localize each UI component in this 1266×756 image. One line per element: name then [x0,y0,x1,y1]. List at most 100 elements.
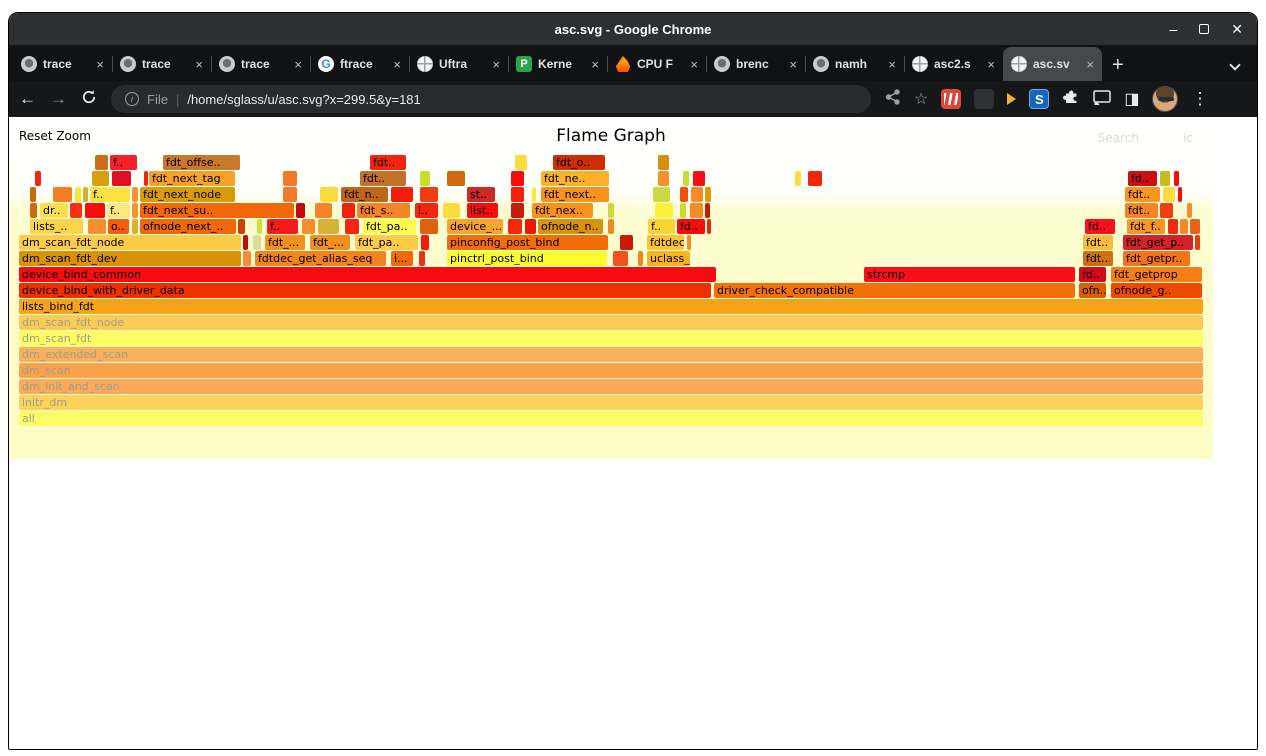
flame-frame[interactable] [144,171,148,186]
flame-frame[interactable] [653,187,670,202]
tab-close-icon[interactable]: × [789,57,797,72]
flame-frame[interactable] [283,187,297,202]
flame-frame[interactable]: f.. [267,219,298,234]
flame-frame[interactable]: fdt_get_p.. [1123,235,1193,250]
menu-dots-icon[interactable]: ⋮ [1191,89,1208,109]
flame-frame[interactable] [70,203,82,218]
tab-uftra-4[interactable]: Uftra× [409,47,508,81]
flame-frame[interactable] [283,171,297,186]
tab-close-icon[interactable]: × [294,57,302,72]
flame-frame[interactable]: dm_scan_fdt_dev [19,251,241,266]
flame-frame[interactable]: pinconfig_post_bind [447,235,608,250]
flame-frame[interactable] [30,203,37,218]
flame-frame[interactable] [683,171,689,186]
flame-frame[interactable]: lists_bind_fdt [19,299,1203,314]
flame-frame[interactable] [1190,219,1200,234]
flame-frame[interactable] [511,203,524,218]
flame-frame[interactable]: fdt_next_node [140,187,235,202]
arrow-extension-icon[interactable] [1007,93,1016,105]
flame-frame[interactable] [1174,171,1179,186]
flame-frame[interactable] [1195,235,1200,250]
flame-frame[interactable] [1178,187,1182,202]
flame-frame[interactable]: fdtdec_get_alias_seq [255,251,386,266]
new-tab-button[interactable]: + [1102,54,1136,81]
flame-frame[interactable] [693,171,705,186]
tab-close-icon[interactable]: × [987,57,995,72]
flame-frame[interactable] [302,219,315,234]
flame-frame[interactable]: fdt_pa.. [355,235,418,250]
flame-frame[interactable]: list.. [467,203,498,218]
tab-asc-sv-10[interactable]: asc.sv× [1003,47,1102,81]
flame-frame[interactable] [1163,187,1175,202]
flame-frame[interactable]: fdt.. [360,171,406,186]
flame-frame[interactable]: fdt_getpr.. [1123,251,1190,266]
flame-frame[interactable] [88,219,106,234]
flame-frame[interactable]: driver_check_compatible [714,283,1075,298]
flame-frame[interactable]: f.. [90,187,130,202]
flame-frame[interactable]: fdt_pa.. [363,219,416,234]
flame-frame[interactable]: dm_init_and_scan [19,379,1203,394]
flame-frame[interactable] [253,235,261,250]
flame-frame[interactable] [296,203,305,218]
flame-frame[interactable] [112,171,131,186]
flame-frame[interactable] [508,219,522,234]
tab-brenc-7[interactable]: brenc× [706,47,805,81]
flame-frame[interactable] [1180,219,1188,234]
flame-frame[interactable]: fd.. [677,219,705,234]
back-icon[interactable]: ← [19,89,36,109]
flame-frame[interactable] [132,203,138,218]
flame-frame[interactable]: fdt_... [265,235,305,250]
tab-close-icon[interactable]: × [96,57,104,72]
bookmark-star-icon[interactable]: ☆ [914,89,928,109]
flame-frame[interactable] [421,235,429,250]
flame-frame[interactable] [35,171,41,186]
reading-mode-icon[interactable]: ◨ [1124,89,1139,109]
flame-frame[interactable]: fdt.. [1125,187,1160,202]
share-icon[interactable] [885,89,901,110]
flame-frame[interactable]: fdt.. [1125,203,1158,218]
flame-frame[interactable]: i... [391,251,413,266]
flame-frame[interactable] [608,219,614,234]
flame-frame[interactable] [132,219,138,234]
flame-frame[interactable]: ofnode_next_.. [140,219,236,234]
flame-frame[interactable] [655,203,673,218]
flame-frame[interactable] [83,187,88,202]
flame-frame[interactable] [525,219,536,234]
flame-frame[interactable] [419,251,425,266]
todoist-extension-icon[interactable] [941,89,961,109]
flame-frame[interactable]: ofn.. [1079,283,1106,298]
profile-avatar[interactable] [1152,86,1178,112]
flame-frame[interactable] [608,203,614,218]
flame-frame[interactable]: fdt_next.. [541,187,609,202]
tab-asc2-s-9[interactable]: asc2.s× [904,47,1003,81]
flame-frame[interactable]: fd.. [1085,219,1115,234]
close-button[interactable]: ✕ [1231,22,1243,36]
flame-frame[interactable]: fdt_s.. [357,203,410,218]
flame-frame[interactable]: dm_scan [19,363,1203,378]
flame-frame[interactable] [345,219,359,234]
flame-frame[interactable] [75,187,81,202]
flame-frame[interactable]: st.. [467,187,495,202]
tab-close-icon[interactable]: × [690,57,698,72]
maximize-button[interactable] [1199,24,1209,34]
flame-frame[interactable] [658,155,669,170]
ignore-case-button[interactable]: ic [1183,131,1193,145]
flame-frame[interactable]: dm_scan_fdt [19,331,1203,346]
flame-frame[interactable]: f.. [110,155,137,170]
flame-frame[interactable]: fdt_next_tag [149,171,235,186]
flame-frame[interactable] [1160,203,1173,218]
cast-icon[interactable] [1093,89,1111,110]
flame-frame[interactable] [691,187,703,202]
s-extension-icon[interactable]: S [1029,89,1049,109]
flame-frame[interactable] [620,235,633,250]
flame-frame[interactable] [53,187,72,202]
flame-frame[interactable] [613,251,628,266]
tab-trace-0[interactable]: trace× [13,47,112,81]
minimize-button[interactable]: – [1169,22,1177,36]
flame-frame[interactable]: fdt_... [310,235,350,250]
flame-frame[interactable] [447,171,465,186]
flame-frame[interactable]: fdt_n.. [341,187,388,202]
flame-frame[interactable] [30,187,36,202]
tab-search-chevron-icon[interactable] [1229,59,1240,70]
flame-frame[interactable] [705,203,710,218]
